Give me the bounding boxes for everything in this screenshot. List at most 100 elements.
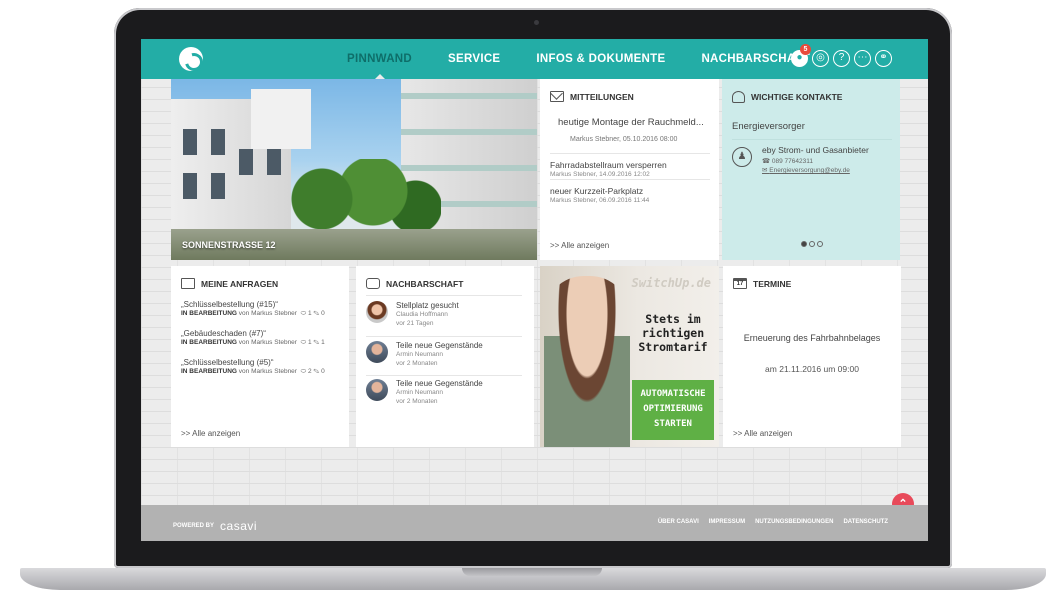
footer-links: ÜBER CASAVI IMPRESSUM NUTZUNGSBEDINGUNGE…: [658, 519, 888, 525]
ad-headline: Stets im richtigen Stromtarif: [638, 312, 708, 354]
request-title: „Schlüsselbestellung (#5)“: [181, 358, 274, 367]
post-age: vor 2 Monaten: [396, 360, 438, 367]
nachbarschaft-panel: NACHBARSCHAFT Stellplatz gesucht Claudia…: [356, 266, 534, 447]
avatar: [366, 301, 388, 323]
request-item[interactable]: „Schlüsselbestellung (#5)“ IN BEARBEITUN…: [181, 358, 346, 376]
footer-link-ueber-casavi[interactable]: ÜBER CASAVI: [658, 519, 699, 525]
ad-brand: SwitchUp.de: [631, 276, 711, 290]
globe-icon[interactable]: ◎: [812, 50, 829, 67]
divider: [366, 336, 522, 337]
contact-category: Energieversorger: [732, 121, 805, 132]
request-title: „Schlüsselbestellung (#15)“: [181, 300, 278, 309]
request-item[interactable]: „Schlüsselbestellung (#15)“ IN BEARBEITU…: [181, 300, 346, 318]
post-age: vor 21 Tagen: [396, 320, 434, 327]
neighbor-post[interactable]: Stellplatz gesucht Claudia Hoffmann vor …: [366, 301, 522, 335]
chat-icon[interactable]: ⋯: [854, 50, 871, 67]
message-item[interactable]: neuer Kurzzeit-Parkplatz Markus Stebner,…: [550, 179, 710, 204]
contact-divider: [732, 139, 892, 140]
featured-message-meta: Markus Stebner, 05.10.2016 08:00: [570, 136, 678, 143]
anfragen-show-all-link[interactable]: >> Alle anzeigen: [181, 429, 240, 438]
request-icon: [181, 278, 195, 289]
message-item[interactable]: Fahrradabstellraum versperren Markus Ste…: [550, 153, 710, 178]
contact-email-link[interactable]: ✉ Energieversorgung@eby.de: [762, 166, 850, 174]
post-author: Claudia Hoffmann: [396, 311, 448, 318]
footer-link-datenschutz[interactable]: DATENSCHUTZ: [843, 519, 888, 525]
nav-infos-dokumente[interactable]: INFOS & DOKUMENTE: [536, 39, 665, 79]
pager-dot[interactable]: [817, 241, 823, 247]
post-title: Stellplatz gesucht: [396, 301, 459, 310]
building-hero-image[interactable]: SONNENSTRASSE 12: [171, 79, 537, 260]
casavi-logo-icon[interactable]: [179, 47, 203, 71]
contact-avatar-icon: ♟: [732, 147, 752, 167]
divider: [366, 295, 522, 296]
message-title: Fahrradabstellraum versperren: [550, 160, 667, 170]
kontakte-panel: WICHTIGE KONTAKTE Energieversorger ♟ eby…: [722, 79, 900, 260]
notification-badge: 5: [800, 44, 811, 55]
anfragen-panel: MEINE ANFRAGEN „Schlüsselbestellung (#15…: [171, 266, 349, 447]
divider: [366, 375, 522, 376]
mitteilungen-show-all-link[interactable]: >> Alle anzeigen: [550, 241, 609, 250]
trees: [271, 159, 441, 239]
casavi-footer-logo[interactable]: casavi: [220, 519, 257, 533]
nav-service[interactable]: SERVICE: [448, 39, 500, 79]
building-caption: SONNENSTRASSE 12: [182, 240, 276, 250]
pager-dot[interactable]: [809, 241, 815, 247]
post-title: Teile neue Gegenstände: [396, 341, 483, 350]
laptop-notch: [462, 568, 602, 576]
envelope-icon: [550, 91, 564, 102]
neighbor-post[interactable]: Teile neue Gegenstände Armin Neumann vor…: [366, 379, 522, 413]
footer: POWERED BY casavi ÜBER CASAVI IMPRESSUM …: [141, 505, 928, 541]
anfragen-title: MEINE ANFRAGEN: [181, 278, 278, 289]
user-icon[interactable]: ⚭: [875, 50, 892, 67]
event-title[interactable]: Erneuerung des Fahrbahnbelages: [723, 333, 901, 343]
top-nav: PINNWAND SERVICE INFOS & DOKUMENTE NACHB…: [141, 39, 928, 80]
nachbarschaft-title: NACHBARSCHAFT: [366, 278, 463, 289]
balcony: [401, 129, 537, 135]
footer-link-impressum[interactable]: IMPRESSUM: [709, 519, 745, 525]
avatar: [366, 341, 388, 363]
message-title: neuer Kurzzeit-Parkplatz: [550, 186, 644, 196]
request-meta: IN BEARBEITUNG von Markus Stebner ⬭ 1 ✎ …: [181, 310, 325, 317]
message-meta: Markus Stebner, 14.09.2016 12:02: [550, 171, 650, 178]
footer-link-nutzungsbedingungen[interactable]: NUTZUNGSBEDINGUNGEN: [755, 519, 833, 525]
nav-menu: PINNWAND SERVICE INFOS & DOKUMENTE NACHB…: [347, 39, 846, 80]
nav-icon-group: ● 5 ◎ ? ⋯ ⚭: [791, 44, 892, 67]
pager-dot-active[interactable]: [801, 241, 807, 247]
post-title: Teile neue Gegenstände: [396, 379, 483, 388]
termine-show-all-link[interactable]: >> Alle anzeigen: [733, 429, 792, 438]
nav-pinnwand[interactable]: PINNWAND: [347, 39, 412, 80]
calendar-icon: 17: [733, 278, 747, 289]
message-meta: Markus Stebner, 06.09.2016 11:44: [550, 197, 650, 204]
powered-by: POWERED BY casavi: [173, 519, 258, 533]
contact-name: eby Strom- und Gasanbieter: [762, 145, 869, 155]
event-date: am 21.11.2016 um 09:00: [765, 364, 859, 374]
contact-phone[interactable]: ☎ 089 77642311: [762, 157, 813, 165]
bell-icon[interactable]: ● 5: [791, 44, 811, 67]
building-tower: [251, 89, 311, 149]
post-author: Armin Neumann: [396, 389, 443, 396]
request-meta: IN BEARBEITUNG von Markus Stebner ⬭ 1 ✎ …: [181, 339, 325, 346]
termine-title: 17 TERMINE: [733, 278, 791, 289]
request-meta: IN BEARBEITUNG von Markus Stebner ⬭ 2 ✎ …: [181, 368, 325, 375]
ad-cta-button[interactable]: AUTOMATISCHE OPTIMIERUNG STARTEN: [632, 380, 714, 440]
help-icon[interactable]: ?: [833, 50, 850, 67]
ad-woman-photo: [544, 276, 630, 447]
avatar: [366, 379, 388, 401]
kontakte-title: WICHTIGE KONTAKTE: [732, 91, 842, 103]
contacts-pager: [801, 241, 823, 247]
mitteilungen-panel: MITTEILUNGEN heutige Montage der Rauchme…: [540, 79, 719, 260]
request-item[interactable]: „Gebäudeschaden (#7)“ IN BEARBEITUNG von…: [181, 329, 346, 347]
app-screen: PINNWAND SERVICE INFOS & DOKUMENTE NACHB…: [141, 39, 928, 541]
neighbor-post[interactable]: Teile neue Gegenstände Armin Neumann vor…: [366, 341, 522, 375]
post-age: vor 2 Monaten: [396, 398, 438, 405]
request-title: „Gebäudeschaden (#7)“: [181, 329, 266, 338]
termine-panel: 17 TERMINE Erneuerung des Fahrbahnbelage…: [723, 266, 901, 447]
camera-dot: [534, 20, 539, 25]
speech-bubble-icon: [366, 278, 380, 289]
balcony: [401, 93, 537, 99]
featured-message-title[interactable]: heutige Montage der Rauchmeld...: [558, 117, 704, 128]
contacts-icon: [732, 91, 745, 103]
switchup-ad-banner[interactable]: SwitchUp.de Stets im richtigen Stromtari…: [540, 266, 719, 447]
post-author: Armin Neumann: [396, 351, 443, 358]
mitteilungen-title: MITTEILUNGEN: [550, 91, 634, 102]
